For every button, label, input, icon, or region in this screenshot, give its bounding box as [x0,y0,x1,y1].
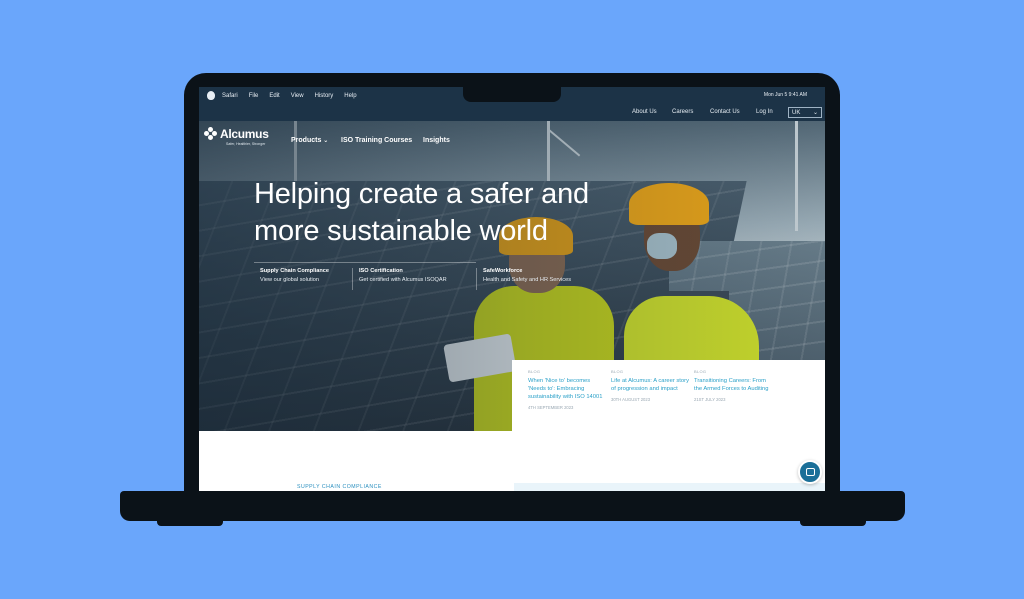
chevron-down-icon: ⌄ [323,138,329,144]
blog-title[interactable]: Transitioning Careers: From the Armed Fo… [694,377,772,393]
contact-us-link[interactable]: Contact Us [710,109,740,115]
blog-date: 30TH AUGUST 2023 [611,397,651,402]
brand-tagline: Safer, Healthier, Stronger [226,142,266,146]
utility-bar: About Us Careers Contact Us Log In [199,104,825,121]
card-title: Supply Chain Compliance [260,268,329,274]
content-panel [514,483,825,491]
card-safeworkforce[interactable]: SafeWorkforce Health and Safety and HR S… [476,268,571,290]
card-title: ISO Certification [359,268,403,274]
alcumus-logo-icon [204,127,218,141]
about-us-link[interactable]: About Us [632,109,657,115]
chat-icon [805,468,815,476]
blog-date: 21ST JULY 2023 [694,397,726,402]
card-title: SafeWorkforce [483,268,523,274]
brand-logo[interactable]: Alcumus Safer, Healthier, Stronger [204,127,269,146]
menu-history[interactable]: History [315,93,334,99]
blog-tag: BLOG [694,369,707,374]
language-value: UK [792,110,801,116]
section-label: SUPPLY CHAIN COMPLIANCE [297,484,382,490]
laptop-foot-right [800,520,866,526]
blog-title[interactable]: Life at Alcumus: A career story of progr… [611,377,689,393]
blog-strip: BLOG When 'Nice to' becomes 'Needs to': … [512,360,825,431]
blog-card[interactable]: BLOG Transitioning Careers: From the Arm… [694,369,772,402]
nav-products-label: Products [291,137,322,144]
blog-tag: BLOG [528,369,541,374]
blog-card[interactable]: BLOG Life at Alcumus: A career story of … [611,369,689,402]
laptop-base [120,491,905,521]
hero-headline-line1: Helping create a safer and [254,178,589,210]
card-divider [254,262,476,263]
menu-file[interactable]: File [249,93,259,99]
blog-card[interactable]: BLOG When 'Nice to' becomes 'Needs to': … [528,369,606,410]
hero-headline: Helping create a safer and more sustaina… [254,176,674,250]
blog-title[interactable]: When 'Nice to' becomes 'Needs to': Embra… [528,377,606,401]
hero-headline-line2: more sustainable world [254,215,548,247]
apple-icon[interactable] [207,91,215,100]
card-subtitle: Health and Safety and HR Services [483,277,571,283]
language-select[interactable]: UK ⌄ [788,107,822,118]
menu-view[interactable]: View [291,93,304,99]
card-subtitle: View our global solution [260,277,319,283]
camera-notch [463,87,561,102]
blog-tag: BLOG [611,369,624,374]
chevron-down-icon: ⌄ [812,110,818,116]
log-in-link[interactable]: Log In [756,109,773,115]
card-subtitle: Get certified with Alcumus ISOQAR [359,277,447,283]
brand-name: Alcumus [220,127,269,141]
menu-help[interactable]: Help [344,93,356,99]
laptop-screen: Safari File Edit View History Help Mon J… [199,87,825,491]
menu-safari[interactable]: Safari [222,93,238,99]
blog-date: 4TH SEPTEMBER 2023 [528,405,574,410]
menubar-clock: Mon Jun 5 9:41 AM [763,92,807,98]
menu-edit[interactable]: Edit [269,93,279,99]
nav-insights[interactable]: Insights [423,137,450,144]
card-supply-chain[interactable]: Supply Chain Compliance View our global … [254,268,329,290]
laptop-foot-left [157,520,223,526]
card-iso-certification[interactable]: ISO Certification Get certified with Alc… [352,268,447,290]
chat-button[interactable] [798,460,822,484]
careers-link[interactable]: Careers [672,109,693,115]
nav-products[interactable]: Products ⌄ [291,137,328,144]
nav-iso-training[interactable]: ISO Training Courses [341,137,412,144]
